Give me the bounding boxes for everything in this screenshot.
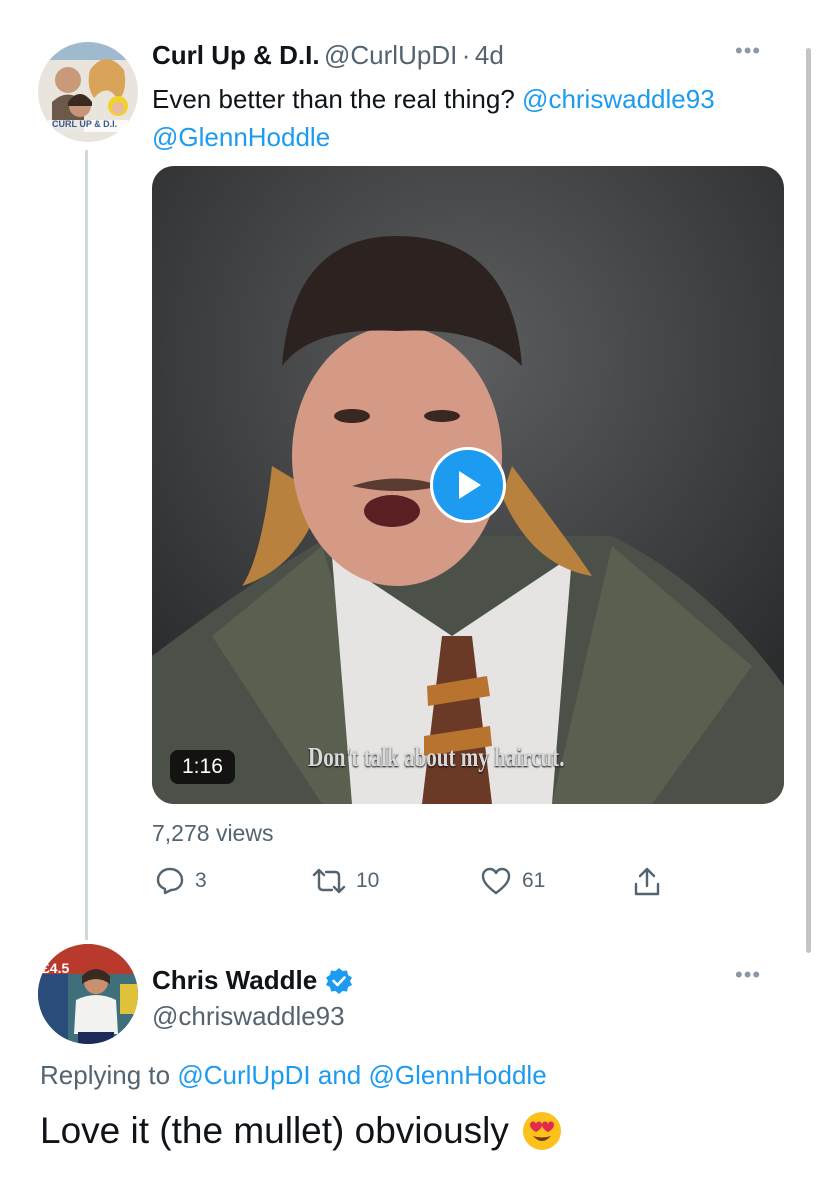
reply-icon <box>156 867 184 895</box>
thread-line <box>85 150 88 940</box>
retweet-count: 10 <box>356 869 380 892</box>
separator-dot: · <box>461 40 471 70</box>
like-button[interactable]: 61 <box>480 866 545 896</box>
author-name[interactable]: Curl Up & D.I. <box>152 40 320 70</box>
retweet-icon <box>312 868 346 894</box>
share-icon <box>634 867 660 896</box>
more-options-icon[interactable]: ••• <box>735 38 761 64</box>
curlupdi-avatar[interactable]: CURL UP & D.I. <box>38 42 138 142</box>
more-options-icon[interactable]: ••• <box>735 962 761 988</box>
video-caption: Don't talk about my haircut. <box>308 742 565 772</box>
reply-count: 3 <box>195 869 207 892</box>
play-button[interactable] <box>430 447 506 523</box>
reply-button[interactable]: 3 <box>155 866 207 896</box>
heart-icon <box>481 867 511 895</box>
tweet-text-body: Even better than the real thing? <box>152 84 515 114</box>
tweet-header: Curl Up & D.I. @CurlUpDI · 4d <box>152 40 504 71</box>
author-name-row: Chris Waddle <box>152 965 353 996</box>
play-icon <box>459 471 481 499</box>
like-count: 61 <box>522 869 546 892</box>
mention-link[interactable]: @GlennHoddle <box>152 122 330 152</box>
tweet-text: Even better than the real thing? @chrisw… <box>152 80 792 156</box>
author-handle[interactable]: @chriswaddle93 <box>152 1001 345 1032</box>
video-duration: 1:16 <box>170 750 235 784</box>
scrollbar[interactable] <box>806 48 811 953</box>
view-count: 7,278 views <box>152 820 274 846</box>
share-button[interactable] <box>632 866 662 898</box>
verified-badge-icon <box>326 967 353 994</box>
heart-eyes-emoji-icon <box>522 1112 561 1150</box>
retweet-button[interactable]: 10 <box>312 866 379 896</box>
chriswaddle-avatar[interactable]: £4.5 <box>38 944 138 1044</box>
replying-to: Replying to @CurlUpDI and @GlennHoddle <box>40 1060 547 1091</box>
replying-user-link[interactable]: @GlennHoddle <box>368 1060 546 1090</box>
reply-text: Love it (the mullet) obviously <box>40 1110 563 1152</box>
author-handle[interactable]: @CurlUpDI <box>324 40 457 70</box>
avatar-logo-text: CURL UP & D.I. <box>52 119 118 129</box>
reply-text-body: Love it (the mullet) obviously <box>40 1110 509 1151</box>
replying-prefix: Replying to <box>40 1060 171 1090</box>
mention-link[interactable]: @chriswaddle93 <box>522 84 715 114</box>
replying-and: and <box>317 1060 362 1090</box>
author-name[interactable]: Chris Waddle <box>152 965 317 996</box>
tweet-age[interactable]: 4d <box>475 40 504 70</box>
replying-user-link[interactable]: @CurlUpDI <box>177 1060 310 1090</box>
avatar-price-text: £4.5 <box>42 960 70 976</box>
